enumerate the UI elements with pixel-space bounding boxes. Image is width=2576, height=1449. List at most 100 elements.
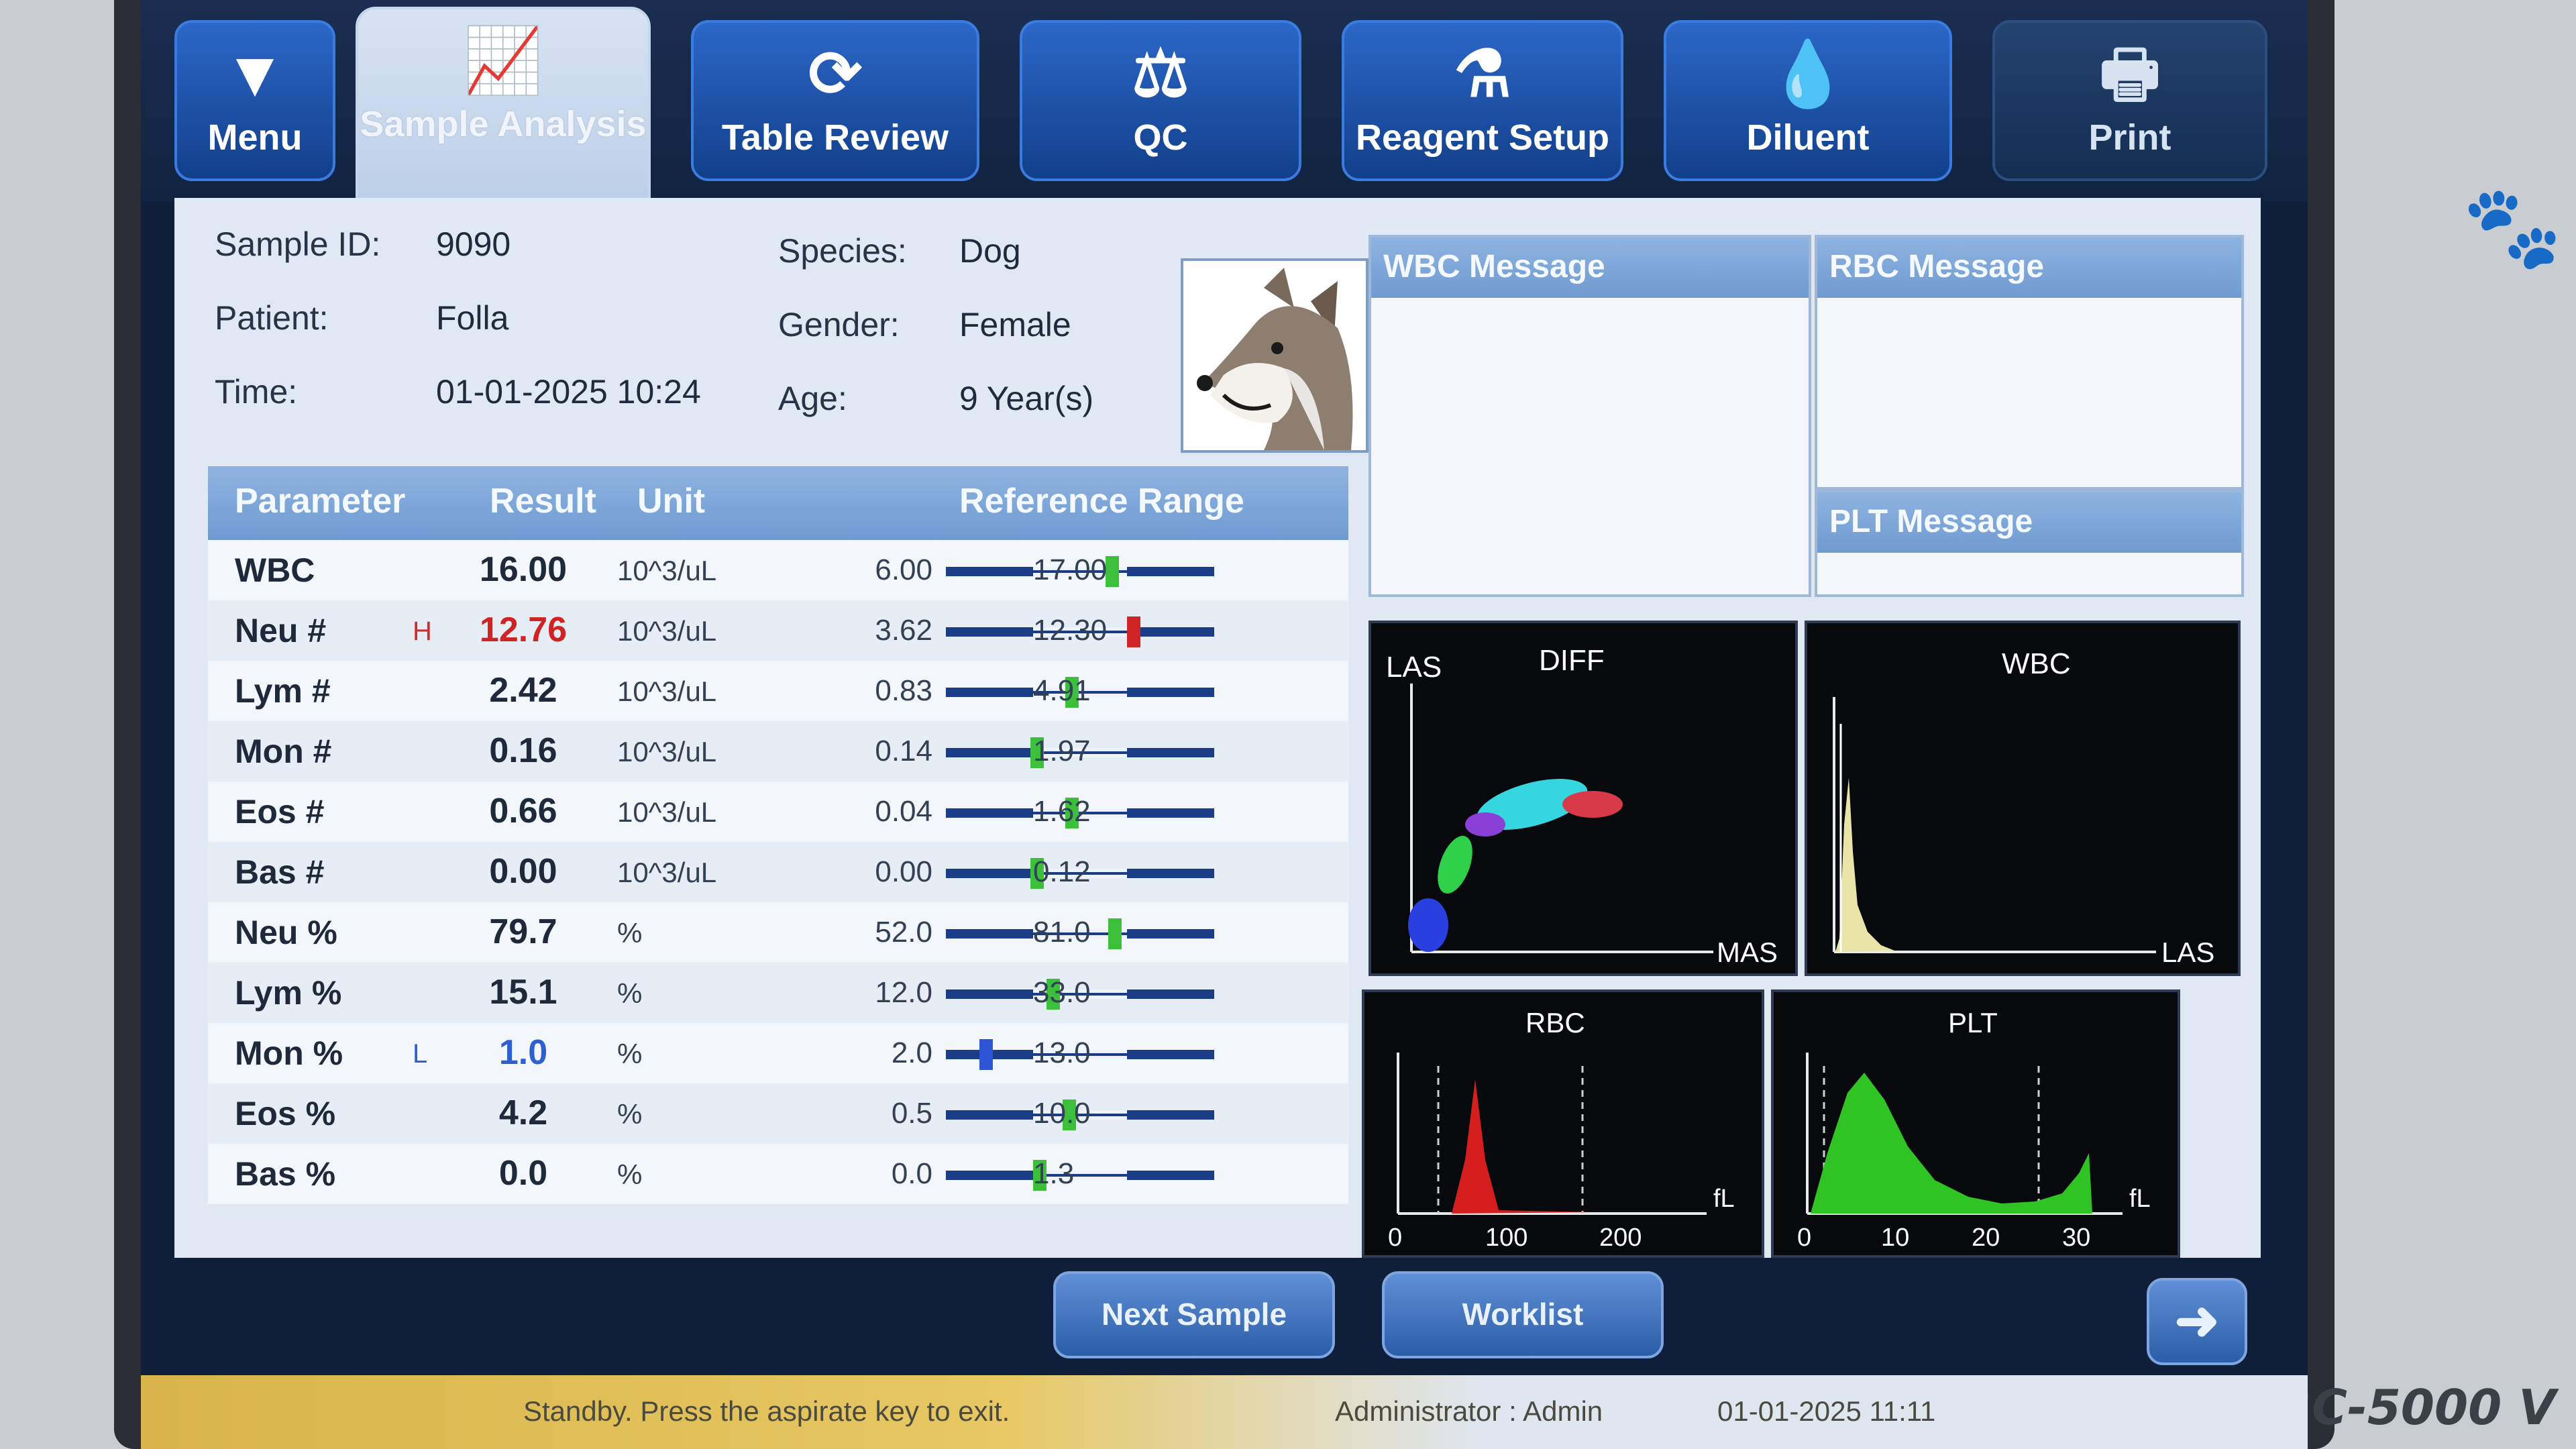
device-model: BC-5000 V [2275, 1379, 2556, 1436]
rbc-tick-200: 200 [1599, 1224, 1642, 1252]
tab-sample-analysis[interactable]: 📈 Sample Analysis [356, 7, 651, 201]
diff-cluster-lymph [1408, 898, 1448, 952]
row-range-high: 1.62 [1033, 795, 1091, 828]
patient-value: Folla [436, 299, 509, 337]
row-result: 0.66 [489, 792, 557, 830]
row-parameter: Mon # [235, 733, 332, 770]
row-unit: % [617, 977, 643, 1009]
chart-document-icon: 📈 [463, 25, 543, 97]
rbc-message-title: RBC Message [1817, 237, 2241, 298]
range-marker [1106, 556, 1119, 587]
plt-hist-curve [1811, 1073, 2092, 1214]
row-parameter: Neu % [235, 914, 337, 951]
row-range-low: 6.00 [875, 553, 932, 586]
reagent-bottles-icon: ⚗ [1453, 38, 1512, 110]
worklist-button[interactable]: Worklist [1382, 1271, 1664, 1358]
row-range-low: 0.04 [875, 795, 932, 828]
next-page-arrow-button[interactable]: ➜ [2147, 1278, 2247, 1365]
species-value: Dog [959, 232, 1021, 270]
diff-cluster-mono [1438, 836, 1472, 894]
table-row: Eos # 0.66 10^3/uL 0.04 1.62 [208, 782, 1348, 842]
gender-value: Female [959, 306, 1071, 343]
row-range-high: 1.97 [1033, 735, 1091, 767]
row-parameter: Eos # [235, 793, 325, 830]
row-parameter: Bas % [235, 1155, 336, 1193]
dog-species-icon [1181, 258, 1368, 453]
range-marker [1108, 918, 1122, 949]
row-range-high: 17.00 [1033, 553, 1108, 586]
analyzer-screen: ▼ Menu 📈 Sample Analysis ⟳ Table Review … [141, 0, 2308, 1449]
plt-message-box: PLT Message [1815, 490, 2244, 597]
table-row: Neu % 79.7% 52.0 81.0 [208, 902, 1348, 963]
row-range-low: 12.0 [875, 976, 932, 1009]
table-row: Neu # H 12.76 10^3/uL 3.62 12.30 [208, 600, 1348, 661]
wbc-hist-title: WBC [2002, 647, 2071, 680]
age-value: 9 Year(s) [959, 380, 1094, 417]
row-result: 2.42 [489, 671, 557, 710]
row-result: 15.1 [489, 973, 557, 1012]
diff-x-label: MAS [1717, 936, 1778, 968]
next-sample-button[interactable]: Next Sample [1053, 1271, 1335, 1358]
rbc-hist-unit: fL [1713, 1185, 1735, 1213]
table-row: Lym % 15.1% 12.0 33.0 [208, 963, 1348, 1023]
printer-icon: 🖶 [2099, 38, 2161, 110]
status-message: Standby. Press the aspirate key to exit. [523, 1395, 1010, 1427]
status-user: Administrator : Admin [1335, 1395, 1603, 1427]
table-row: Lym # 2.42 10^3/uL 0.83 4.91 [208, 661, 1348, 721]
patient-info: Sample ID: 9090 Patient: Folla Time: 01-… [215, 225, 1315, 426]
row-unit: % [617, 1159, 643, 1190]
species-label: Species: [778, 232, 907, 270]
row-range-low: 0.0 [891, 1157, 932, 1190]
table-row: WBC 16.00 10^3/uL 6.00 17.00 [208, 540, 1348, 600]
row-parameter: WBC [235, 551, 315, 589]
row-range-high: 10.0 [1033, 1097, 1091, 1130]
triangle-down-icon: ▼ [223, 38, 287, 110]
rbc-hist-curve [1452, 1079, 1593, 1214]
tab-qc[interactable]: ⚖ QC [1020, 20, 1301, 181]
time-label: Time: [215, 373, 298, 411]
row-unit: 10^3/uL [617, 857, 717, 888]
plt-tick-30: 30 [2062, 1224, 2090, 1252]
row-result: 0.16 [489, 731, 557, 770]
header-reference-range: Reference Range [959, 482, 1244, 521]
header-result: Result [490, 482, 596, 521]
row-result: 16.00 [479, 550, 568, 589]
diff-cluster-eos [1562, 791, 1623, 818]
tab-table-review[interactable]: ⟳ Table Review [691, 20, 979, 181]
time-value: 01-01-2025 10:24 [436, 373, 701, 411]
row-parameter: Bas # [235, 853, 325, 891]
row-range-low: 2.0 [891, 1036, 932, 1069]
wbc-hist-curve [1835, 777, 1894, 952]
row-range-high: 33.0 [1033, 976, 1091, 1009]
table-row: Eos % 4.2% 0.5 10.0 [208, 1083, 1348, 1144]
row-range-low: 0.14 [875, 735, 932, 767]
drop-plus-icon: 💧 [1768, 38, 1848, 110]
print-button[interactable]: 🖶 Print [1992, 20, 2267, 181]
plt-histogram: PLT fL 0 10 20 30 [1771, 989, 2180, 1258]
plt-hist-title: PLT [1948, 1007, 1998, 1038]
sample-id-value: 9090 [436, 225, 511, 263]
row-unit: % [617, 1098, 643, 1130]
rbc-histogram: RBC fL 0 100 200 [1362, 989, 1764, 1258]
menu-button[interactable]: ▼ Menu [174, 20, 335, 181]
row-range-low: 0.00 [875, 855, 932, 888]
tab-reagent-setup[interactable]: ⚗ Reagent Setup [1342, 20, 1623, 181]
tab-diluent[interactable]: 💧 Diluent [1664, 20, 1952, 181]
sample-analysis-panel: Sample ID: 9090 Patient: Folla Time: 01-… [174, 198, 2261, 1365]
wbc-message-box: WBC Message [1368, 235, 1811, 597]
row-unit: % [617, 917, 643, 949]
range-bar [946, 1160, 1214, 1191]
row-range-low: 0.5 [891, 1097, 932, 1130]
table-row: Bas % 0.0% 0.0 1.3 [208, 1144, 1348, 1204]
row-parameter: Eos % [235, 1095, 336, 1132]
row-unit: 10^3/uL [617, 615, 717, 647]
plt-message-title: PLT Message [1817, 492, 2241, 553]
plt-tick-10: 10 [1881, 1224, 1909, 1252]
sample-id-label: Sample ID: [215, 225, 381, 263]
row-range-low: 3.62 [875, 614, 932, 647]
row-unit: 10^3/uL [617, 796, 717, 828]
results-table-header: Parameter Result Unit Reference Range [208, 466, 1348, 540]
row-flag: H [413, 616, 432, 646]
row-result: 0.0 [498, 1154, 548, 1193]
row-result: 4.2 [498, 1093, 548, 1132]
